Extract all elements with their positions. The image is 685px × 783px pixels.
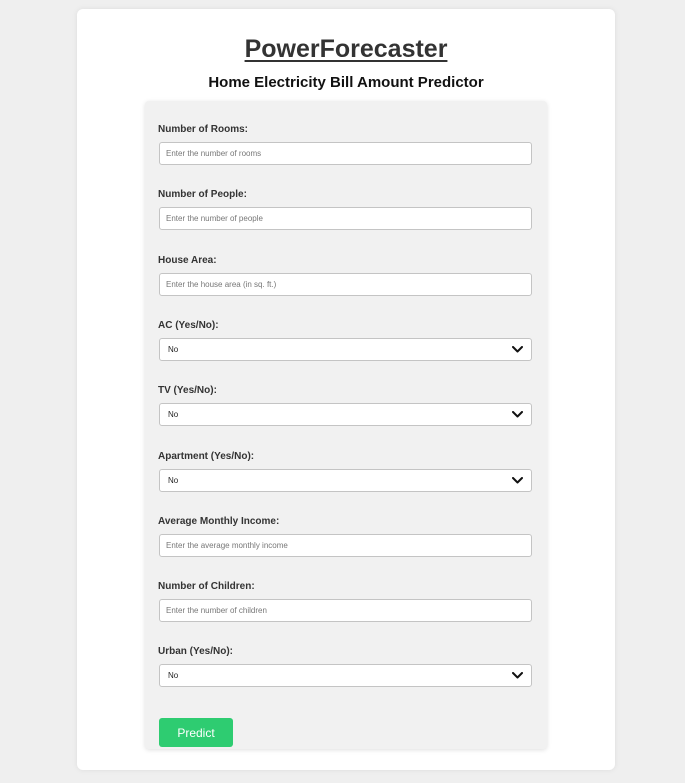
children-input[interactable] [159,599,532,622]
income-field: Average Monthly Income: [158,516,534,557]
people-label: Number of People: [158,189,247,200]
page-subtitle: Home Electricity Bill Amount Predictor [208,74,484,91]
urban-select[interactable]: No [159,664,532,687]
tv-select[interactable]: No [159,403,532,426]
chevron-down-icon [512,411,523,418]
urban-field: Urban (Yes/No): No [158,646,534,687]
tv-selected-value: No [168,410,179,419]
rooms-label: Number of Rooms: [158,124,248,135]
income-input[interactable] [159,534,532,557]
chevron-down-icon [512,477,523,484]
apartment-select[interactable]: No [159,469,532,492]
rooms-input[interactable] [159,142,532,165]
tv-label: TV (Yes/No): [158,385,217,396]
chevron-down-icon [512,346,523,353]
area-field: House Area: [158,255,534,296]
children-label: Number of Children: [158,581,255,592]
urban-label: Urban (Yes/No): [158,646,234,657]
children-field: Number of Children: [158,581,534,622]
main-card: PowerForecaster Home Electricity Bill Am… [77,9,615,770]
tv-field: TV (Yes/No): No [158,385,534,426]
area-label: House Area: [158,255,217,266]
ac-select[interactable]: No [159,338,532,361]
urban-selected-value: No [168,671,179,680]
predict-button[interactable]: Predict [159,718,233,747]
ac-selected-value: No [168,345,179,354]
apartment-field: Apartment (Yes/No): No [158,451,534,492]
apartment-label: Apartment (Yes/No): [158,451,255,462]
people-input[interactable] [159,207,532,230]
ac-field: AC (Yes/No): No [158,320,534,361]
ac-label: AC (Yes/No): [158,320,219,331]
apartment-selected-value: No [168,476,179,485]
area-input[interactable] [159,273,532,296]
prediction-form: Number of Rooms: Number of People: House… [145,101,547,749]
chevron-down-icon [512,672,523,679]
people-field: Number of People: [158,189,534,230]
rooms-field: Number of Rooms: [158,124,534,165]
income-label: Average Monthly Income: [158,516,280,527]
app-title: PowerForecaster [244,35,448,63]
